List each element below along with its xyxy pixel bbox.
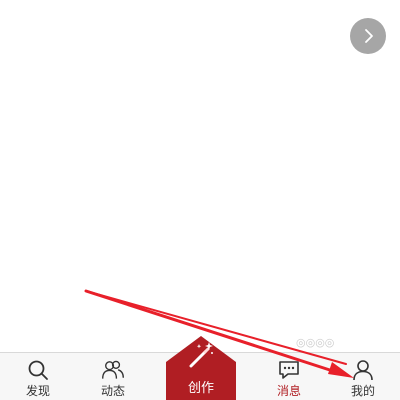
watermark: ◎◎◎◎ (296, 336, 335, 349)
tab-feed[interactable]: 动态 (78, 353, 148, 400)
user-icon (351, 358, 375, 382)
chevron-right-icon (365, 29, 373, 43)
magic-wand-icon (189, 342, 213, 368)
app-screen: 发现 动态 消息 我的 创作 ◎◎◎◎ (0, 0, 400, 400)
tab-me[interactable]: 我的 (328, 353, 398, 400)
tab-discover-label: 发现 (25, 384, 50, 398)
tab-messages[interactable]: 消息 (254, 353, 324, 400)
tab-create-label: 创作 (187, 381, 214, 396)
search-icon (26, 358, 50, 382)
tab-create[interactable]: 创作 (166, 336, 236, 400)
tab-me-label: 我的 (350, 384, 375, 398)
tab-messages-label: 消息 (276, 384, 301, 398)
users-icon (101, 358, 125, 382)
next-button[interactable] (350, 18, 386, 54)
chat-bubble-icon (277, 358, 301, 382)
tab-discover[interactable]: 发现 (3, 353, 73, 400)
tab-feed-label: 动态 (100, 384, 125, 398)
